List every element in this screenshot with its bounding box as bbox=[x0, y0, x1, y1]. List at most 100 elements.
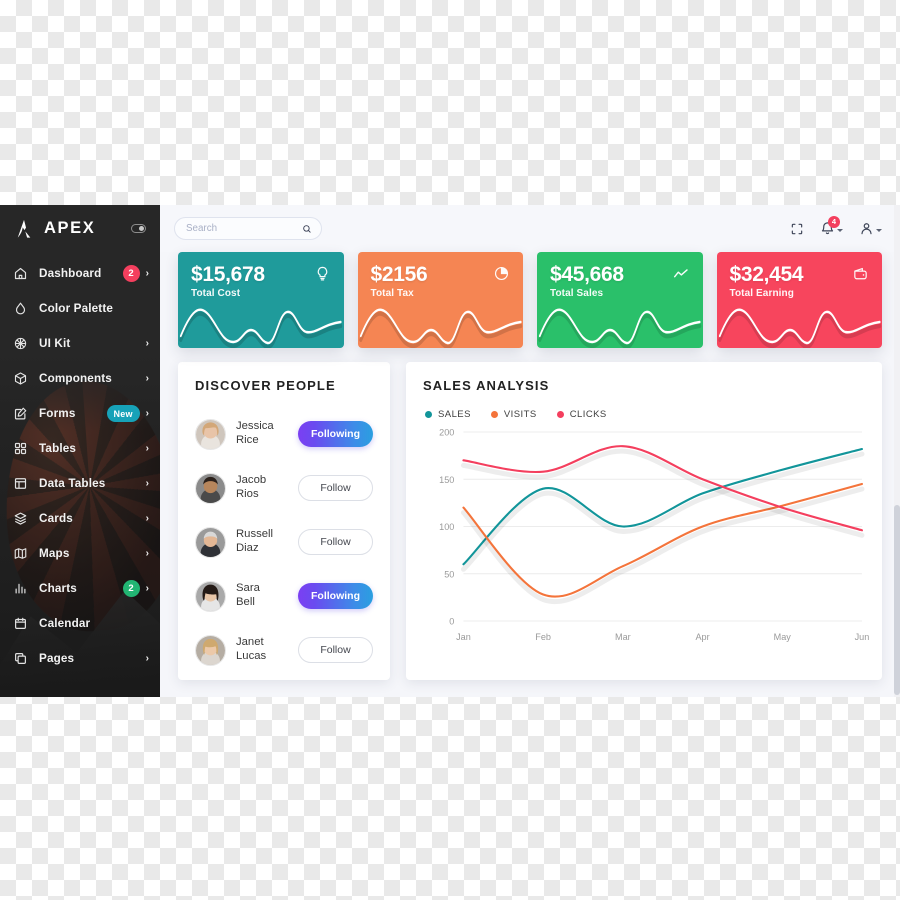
list-item: Jacob Rios Follow bbox=[195, 461, 373, 515]
apex-dashboard-app: APEX Dashboard 2 › Color Palette UI Kit … bbox=[0, 205, 900, 697]
lightbulb-icon bbox=[314, 265, 331, 282]
sidebar-item-label: Charts bbox=[39, 582, 77, 595]
person-name: Jacob Rios bbox=[236, 474, 288, 502]
layout-icon bbox=[13, 476, 28, 491]
search-icon[interactable] bbox=[302, 224, 312, 234]
stat-card-total-tax[interactable]: $2156 Total Tax bbox=[357, 252, 524, 348]
y-axis-tick-label: 150 bbox=[439, 475, 454, 485]
sidebar-item-calendar[interactable]: Calendar bbox=[0, 606, 160, 641]
chevron-down-icon[interactable] bbox=[837, 228, 843, 232]
follow-toggle-button[interactable]: Follow bbox=[298, 475, 373, 501]
topbar: 4 bbox=[160, 205, 900, 252]
sidebar-item-dashboard[interactable]: Dashboard 2 › bbox=[0, 256, 160, 291]
brand-name: APEX bbox=[44, 219, 96, 237]
legend-item-visits[interactable]: VISITS bbox=[490, 409, 537, 420]
dashboard-content: $15,678 Total Cost $2156 Total Tax $45,6… bbox=[160, 252, 900, 680]
user-menu-button[interactable] bbox=[859, 221, 882, 236]
sidebar-item-maps[interactable]: Maps › bbox=[0, 536, 160, 571]
sidebar-item-label: Color Palette bbox=[39, 302, 114, 315]
stat-value: $32,454 bbox=[729, 263, 804, 286]
legend-swatch bbox=[490, 411, 498, 418]
chevron-right-icon: › bbox=[145, 337, 149, 349]
scrollbar-thumb[interactable] bbox=[894, 505, 900, 695]
avatar-sara-bell bbox=[195, 580, 226, 612]
people-list: Jessica Rice Following Jacob Rios Follow… bbox=[195, 407, 373, 677]
stat-card-total-earning[interactable]: $32,454 Total Earning bbox=[716, 252, 883, 348]
sidebar-item-pages[interactable]: Pages › bbox=[0, 641, 160, 676]
search-box[interactable] bbox=[174, 217, 322, 240]
y-axis-tick-label: 100 bbox=[439, 522, 454, 532]
sidebar-toggle-switch[interactable] bbox=[131, 224, 146, 233]
sales-analysis-title: SALES ANALYSIS bbox=[423, 378, 550, 393]
chevron-down-icon[interactable] bbox=[876, 228, 882, 232]
grid-icon bbox=[13, 441, 28, 456]
chevron-right-icon: › bbox=[145, 442, 149, 454]
sales-line-chart[interactable]: 0 50 100 150 200 Jan Feb Mar Apr May Jun bbox=[423, 426, 870, 651]
person-name: Jessica Rice bbox=[236, 420, 288, 448]
edit-square-icon bbox=[13, 406, 28, 421]
sidebar-item-data-tables[interactable]: Data Tables › bbox=[0, 466, 160, 501]
x-axis-tick-label: Jun bbox=[855, 632, 870, 642]
follow-toggle-button[interactable]: Following bbox=[298, 583, 373, 609]
sidebar-item-components[interactable]: Components › bbox=[0, 361, 160, 396]
sidebar-item-label: Cards bbox=[39, 512, 73, 525]
x-axis-tick-label: May bbox=[774, 632, 792, 642]
legend-item-clicks[interactable]: CLICKS bbox=[556, 409, 607, 420]
search-input[interactable] bbox=[186, 218, 302, 239]
y-axis-tick-label: 200 bbox=[439, 428, 454, 438]
droplet-icon bbox=[13, 301, 28, 316]
stat-value: $15,678 bbox=[191, 263, 265, 286]
sidebar-item-cards[interactable]: Cards › bbox=[0, 501, 160, 536]
globe-icon bbox=[13, 336, 28, 351]
sidebar-item-color-palette[interactable]: Color Palette bbox=[0, 291, 160, 326]
follow-toggle-button[interactable]: Following bbox=[298, 421, 373, 447]
stat-card-total-cost[interactable]: $15,678 Total Cost bbox=[178, 252, 344, 348]
stat-sparkline bbox=[717, 292, 883, 348]
legend-item-sales[interactable]: SALES bbox=[425, 409, 471, 420]
chevron-right-icon: › bbox=[145, 267, 149, 279]
chart-legend: SALES VISITS CLICKS bbox=[423, 409, 868, 420]
chart-canvas: 0 50 100 150 200 Jan Feb Mar Apr May Jun bbox=[439, 428, 870, 642]
cube-icon bbox=[13, 371, 28, 386]
pie-chart-icon bbox=[493, 265, 510, 282]
sidebar-item-label: Maps bbox=[39, 547, 70, 560]
list-item: Janet Lucas Follow bbox=[195, 623, 373, 677]
follow-toggle-button[interactable]: Follow bbox=[298, 529, 373, 555]
sidebar-badge-new: New bbox=[106, 405, 140, 422]
legend-label: CLICKS bbox=[569, 409, 607, 420]
x-axis-tick-label: Jan bbox=[456, 632, 471, 642]
stat-card-total-sales[interactable]: $45,668 Total Sales bbox=[537, 252, 703, 348]
copy-icon bbox=[13, 651, 28, 666]
sidebar-item-charts[interactable]: Charts 2 › bbox=[0, 571, 160, 606]
follow-toggle-button[interactable]: Follow bbox=[298, 637, 373, 663]
sidebar-item-label: Tables bbox=[39, 442, 77, 455]
calendar-icon bbox=[13, 616, 28, 631]
sidebar-item-forms[interactable]: Forms New › bbox=[0, 396, 160, 431]
apex-a-logo bbox=[13, 218, 35, 240]
chevron-right-icon: › bbox=[145, 582, 149, 594]
person-name: Sara Bell bbox=[236, 582, 288, 610]
stat-sparkline bbox=[537, 292, 703, 348]
stat-value: $2156 bbox=[370, 263, 428, 286]
list-item: Russell Diaz Follow bbox=[195, 515, 373, 569]
sales-analysis-card: SALES ANALYSIS SALES VISITS CLICKS 0 50 … bbox=[406, 362, 882, 680]
fullscreen-icon[interactable] bbox=[790, 222, 804, 236]
stat-sparkline bbox=[358, 292, 524, 348]
sidebar-brand[interactable]: APEX bbox=[0, 205, 160, 252]
main-vertical-scrollbar[interactable] bbox=[894, 205, 900, 697]
y-axis-tick-label: 50 bbox=[444, 569, 454, 579]
chevron-right-icon: › bbox=[145, 372, 149, 384]
x-axis-tick-label: Mar bbox=[615, 632, 631, 642]
sidebar-item-label: UI Kit bbox=[39, 337, 71, 350]
chevron-right-icon: › bbox=[145, 477, 149, 489]
notification-count-badge: 4 bbox=[828, 216, 840, 228]
x-axis-tick-label: Feb bbox=[535, 632, 551, 642]
bar-chart-icon bbox=[13, 581, 28, 596]
sidebar-item-tables[interactable]: Tables › bbox=[0, 431, 160, 466]
sidebar-item-ui-kit[interactable]: UI Kit › bbox=[0, 326, 160, 361]
sidebar-badge: 2 bbox=[122, 580, 140, 597]
person-last-name: Rice bbox=[236, 434, 259, 446]
chevron-right-icon: › bbox=[145, 512, 149, 524]
person-name: Janet Lucas bbox=[236, 636, 288, 664]
notifications-button[interactable]: 4 bbox=[820, 216, 843, 236]
